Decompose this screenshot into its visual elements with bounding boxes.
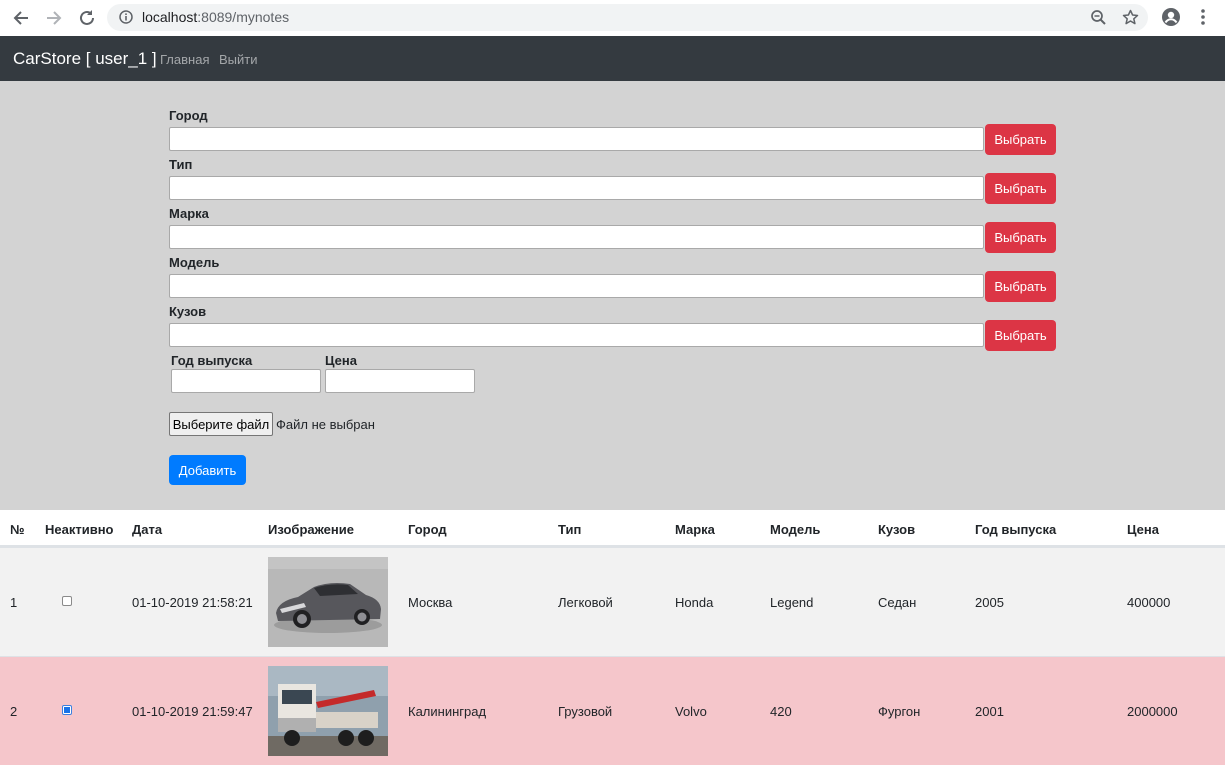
nav-link-home[interactable]: Главная [160,52,209,67]
col-header-image: Изображение [268,522,354,537]
brand-select-button[interactable]: Выбрать [985,222,1056,253]
cell-price: 2000000 [1127,704,1178,719]
cell-type: Легковой [558,595,613,610]
choose-file-button[interactable]: Выберите файл [169,412,273,436]
cell-year: 2005 [975,595,1004,610]
city-select-button[interactable]: Выбрать [985,124,1056,155]
col-header-body: Кузов [878,522,916,537]
add-button[interactable]: Добавить [169,455,246,485]
price-label: Цена [325,353,357,368]
add-car-form: Город Выбрать Тип Выбрать Марка Выбрать … [0,81,1225,510]
cell-model: Legend [770,595,814,610]
col-header-city: Город [408,522,447,537]
cell-city: Калининград [408,704,487,719]
inactive-checkbox[interactable] [62,596,72,606]
cell-number: 2 [10,704,18,719]
type-select-button[interactable]: Выбрать [985,173,1056,204]
cell-brand: Honda [675,595,714,610]
profile-avatar-icon[interactable] [1161,7,1181,27]
table-header: № Неактивно Дата Изображение Город Тип М… [0,510,1225,547]
brand-title[interactable]: CarStore [ user_1 ] [13,49,157,69]
forward-arrow-icon[interactable] [42,6,66,30]
cell-body: Седан [878,595,917,610]
type-input[interactable] [169,176,984,200]
year-input[interactable] [171,369,321,393]
site-navbar: CarStore [ user_1 ] Главная Выйти [0,36,1225,81]
model-select-button[interactable]: Выбрать [985,271,1056,302]
col-header-inactive: Неактивно [45,522,114,537]
cell-date: 01-10-2019 21:59:47 [132,704,253,719]
address-bar[interactable]: localhost:8089/mynotes [107,4,1148,31]
cell-date: 01-10-2019 21:58:21 [132,595,253,610]
cell-price: 400000 [1127,595,1171,610]
cell-body: Фургон [878,704,921,719]
price-input[interactable] [325,369,475,393]
bookmark-star-icon[interactable] [1122,9,1139,26]
body-select-button[interactable]: Выбрать [985,320,1056,351]
model-input[interactable] [169,274,984,298]
file-status-text: Файл не выбран [276,417,375,432]
address-url: localhost:8089/mynotes [142,9,289,25]
cell-model: 420 [770,704,792,719]
cell-city: Москва [408,595,453,610]
truck-image [268,666,388,756]
more-menu-icon[interactable] [1196,7,1210,27]
col-header-date: Дата [132,522,163,537]
cell-year: 2001 [975,704,1004,719]
model-label: Модель [169,255,220,270]
cell-number: 1 [10,595,18,610]
reload-icon[interactable] [75,6,99,30]
col-header-year: Год выпуска [975,522,1057,537]
body-input[interactable] [169,323,984,347]
url-host: localhost [142,9,198,25]
col-header-number: № [10,522,25,537]
table-row: 2 01-10-2019 21:59:47 Калининград Грузов… [0,656,1225,765]
info-icon[interactable] [119,10,133,24]
zoom-icon[interactable] [1090,9,1107,26]
city-label: Город [169,108,208,123]
cell-brand: Volvo [675,704,707,719]
inactive-checkbox[interactable] [62,705,72,715]
back-arrow-icon[interactable] [9,6,33,30]
type-label: Тип [169,157,193,172]
year-label: Год выпуска [171,353,253,368]
col-header-model: Модель [770,522,821,537]
car-image [268,557,388,647]
brand-input[interactable] [169,225,984,249]
col-header-brand: Марка [675,522,715,537]
brand-label: Марка [169,206,209,221]
url-path: :8089/mynotes [197,9,290,25]
col-header-price: Цена [1127,522,1159,537]
body-label: Кузов [169,304,207,319]
browser-toolbar: localhost:8089/mynotes [0,0,1225,36]
city-input[interactable] [169,127,984,151]
col-header-type: Тип [558,522,582,537]
nav-link-logout[interactable]: Выйти [219,52,258,67]
table-row: 1 01-10-2019 21:58:21 Москва Легковой Ho… [0,547,1225,656]
cell-type: Грузовой [558,704,613,719]
